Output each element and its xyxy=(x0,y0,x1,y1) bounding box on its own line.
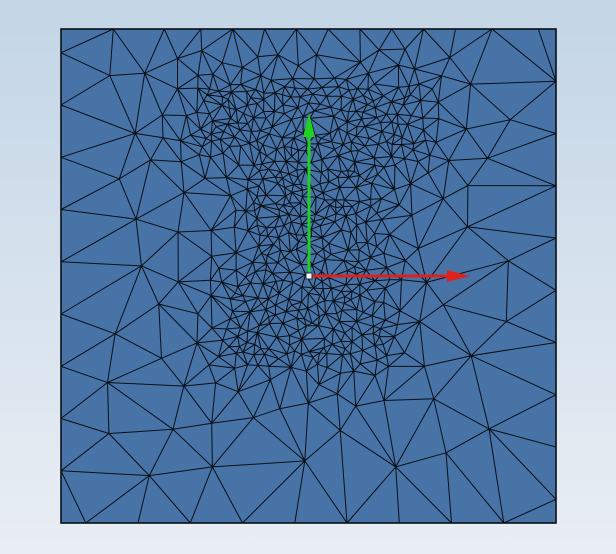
graphics-viewport[interactable] xyxy=(0,0,616,554)
triad-origin-marker xyxy=(305,272,313,280)
mesh-plot[interactable] xyxy=(0,0,616,554)
